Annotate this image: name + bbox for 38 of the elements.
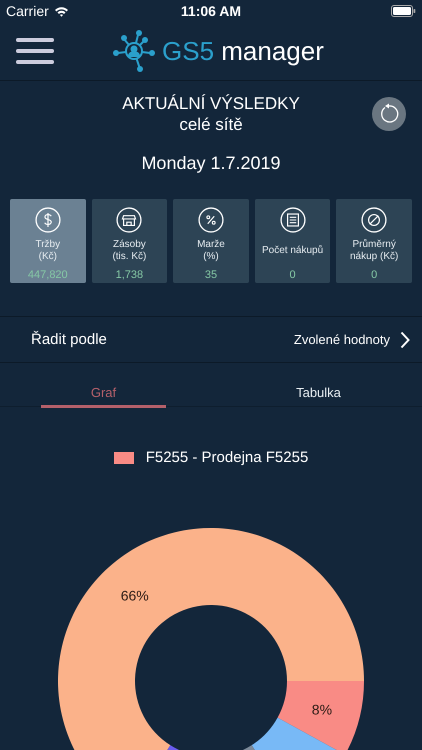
sort-label: Řadit podle [31,331,108,348]
section-subtitle: celé sítě [178,114,244,135]
wifi-icon [54,6,69,16]
slice-label: 66% [120,588,149,604]
carrier-label: Carrier [6,3,49,19]
slice-label: 8% [312,701,332,718]
tab[interactable]: Graf [41,368,166,408]
metric-label: Průměrný nákup (Kč) [350,239,398,263]
network-logo-icon [112,29,156,73]
metric-card[interactable]: Marže (%) 35 [173,199,249,283]
refresh-button[interactable] [372,97,406,131]
sort-value[interactable]: Zvolené hodnoty [294,332,390,347]
metric-value: 447,820 [28,269,68,281]
legend-label: F5255 - Prodejna F5255 [146,449,308,466]
metric-label: Tržby (Kč) [35,239,60,263]
store-icon [116,207,142,233]
metric-label: Zásoby (tis. Kč) [112,239,146,263]
dollar-icon [34,207,61,233]
metric-value: 35 [204,269,218,281]
average-icon [361,207,388,233]
metric-card[interactable]: Zásoby (tis. Kč) 1,738 [92,199,168,283]
app-title: GS5 manager [162,36,324,66]
metric-card[interactable]: Průměrný nákup (Kč) 0 [336,199,412,283]
tab[interactable]: Tabulka [256,368,381,408]
register-icon [280,207,306,233]
metric-value: 0 [290,269,296,281]
metric-label: Počet nákupů [262,244,324,258]
date-label: Monday 1.7.2019 [140,153,282,174]
section-title: AKTUÁLNÍ VÝSLEDKY [121,93,301,114]
menu-button[interactable] [16,36,56,66]
clock-time: 11:06 AM [180,3,242,19]
chevron-right-icon[interactable] [400,330,410,348]
percent-icon [198,207,224,233]
metric-label: Marže (%) [197,239,225,263]
metric-value: 1,738 [116,269,144,281]
metric-card[interactable]: Počet nákupů 0 [254,199,330,283]
battery-icon [391,5,416,17]
metric-value: 0 [371,269,378,281]
